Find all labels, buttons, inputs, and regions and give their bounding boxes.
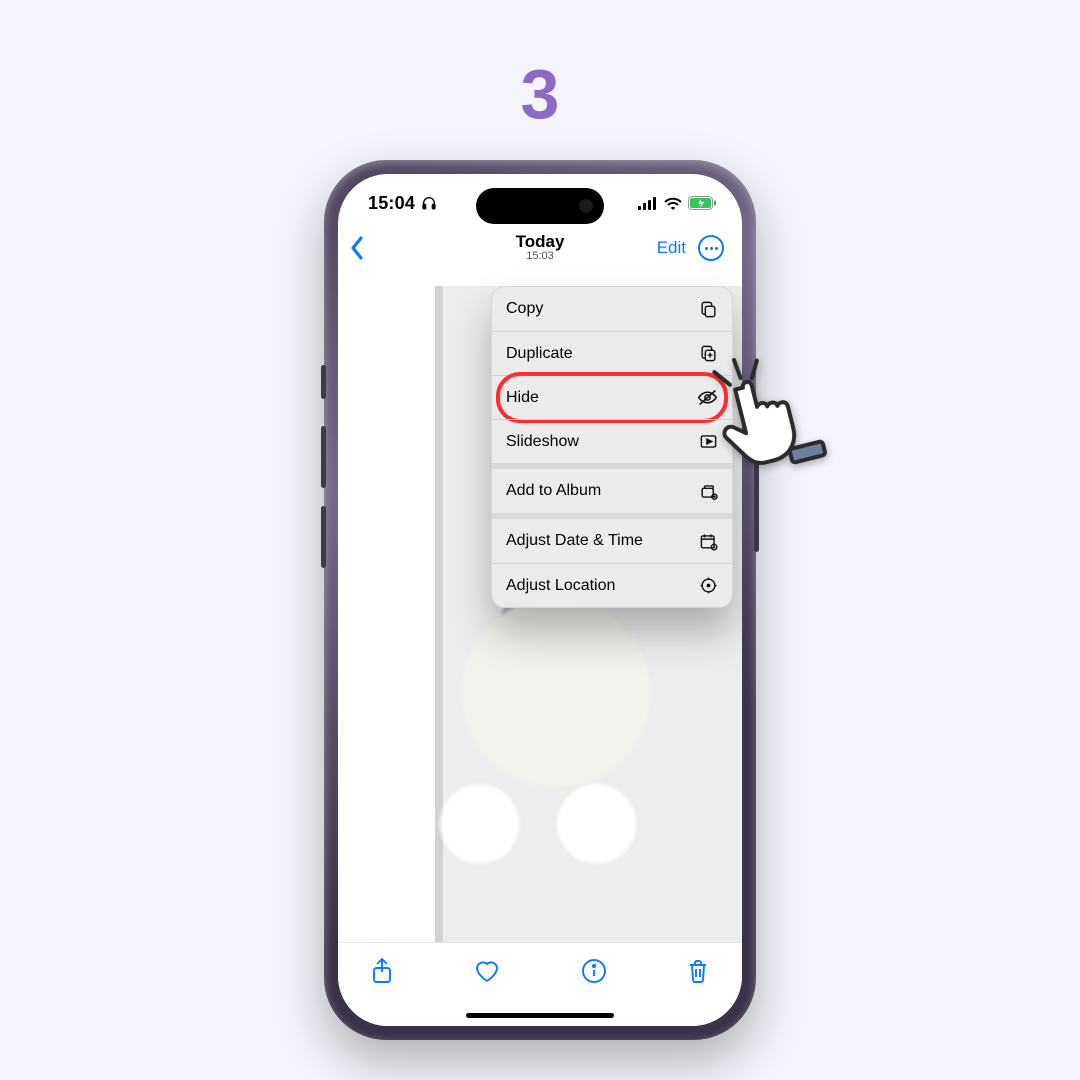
menu-label: Duplicate xyxy=(506,345,573,363)
home-indicator[interactable] xyxy=(466,1013,614,1018)
menu-label: Adjust Location xyxy=(506,577,615,595)
wifi-icon xyxy=(664,197,682,210)
nav-title: Today xyxy=(516,233,565,251)
duplicate-icon xyxy=(699,344,718,363)
menu-label: Slideshow xyxy=(506,433,579,451)
more-button[interactable] xyxy=(698,235,724,261)
menu-item-adjust-location[interactable]: Adjust Location xyxy=(492,563,732,607)
copy-icon xyxy=(699,300,718,319)
album-icon xyxy=(699,482,718,501)
context-menu: Copy Duplicate Hide Slideshow Add to Alb… xyxy=(491,286,733,608)
menu-label: Add to Album xyxy=(506,482,601,500)
menu-item-copy[interactable]: Copy xyxy=(492,287,732,331)
calendar-icon xyxy=(699,532,718,551)
cellular-icon xyxy=(638,197,658,210)
nav-title-area: Today 15:03 xyxy=(516,233,565,262)
menu-label: Copy xyxy=(506,300,543,318)
nav-subtitle: 15:03 xyxy=(516,251,565,263)
favorite-button[interactable] xyxy=(473,958,501,989)
info-button[interactable] xyxy=(581,958,607,989)
status-time: 15:04 xyxy=(368,193,415,214)
phone-frame: 15:04 xyxy=(324,160,756,1040)
step-number: 3 xyxy=(521,54,560,134)
menu-item-slideshow[interactable]: Slideshow xyxy=(492,419,732,463)
menu-label: Hide xyxy=(506,389,539,407)
headphones-icon xyxy=(421,195,437,211)
delete-button[interactable] xyxy=(686,958,710,990)
battery-icon xyxy=(688,196,716,210)
back-button[interactable] xyxy=(348,234,366,267)
nav-bar: Today 15:03 Edit xyxy=(338,226,742,270)
location-icon xyxy=(699,576,718,595)
edit-button[interactable]: Edit xyxy=(657,238,686,258)
menu-item-add-to-album[interactable]: Add to Album xyxy=(492,469,732,513)
volume-down-button[interactable] xyxy=(321,506,326,568)
volume-up-button[interactable] xyxy=(321,426,326,488)
share-button[interactable] xyxy=(370,957,394,990)
silent-switch[interactable] xyxy=(321,365,326,399)
menu-label: Adjust Date & Time xyxy=(506,532,643,550)
menu-item-adjust-date[interactable]: Adjust Date & Time xyxy=(492,519,732,563)
dynamic-island xyxy=(476,188,604,224)
screen: 15:04 xyxy=(338,174,742,1026)
